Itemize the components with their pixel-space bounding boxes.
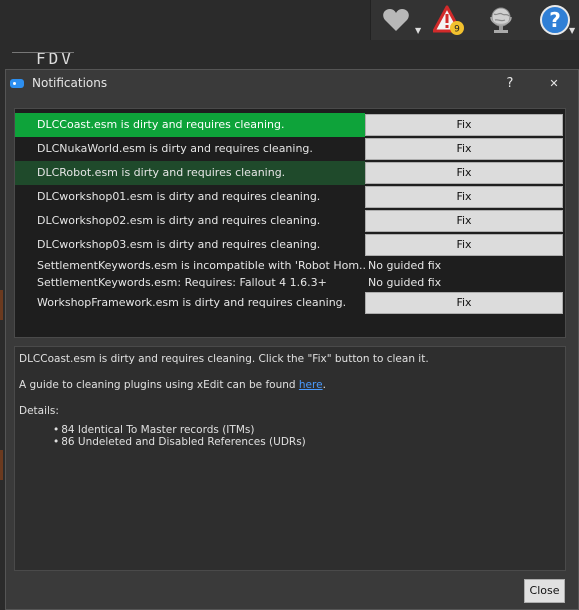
endorse-button[interactable]: ▼	[379, 4, 421, 36]
table-row[interactable]: DLCNukaWorld.esm is dirty and requires c…	[15, 137, 565, 161]
fix-button[interactable]: Fix	[365, 114, 563, 136]
help-button[interactable]: ? ▼	[535, 4, 575, 36]
details-pane: DLCCoast.esm is dirty and requires clean…	[14, 346, 566, 571]
table-row[interactable]: WorkshopFramework.esm is dirty and requi…	[15, 291, 565, 315]
notification-message: DLCworkshop01.esm is dirty and requires …	[37, 190, 321, 203]
table-row[interactable]: DLCRobot.esm is dirty and requires clean…	[15, 161, 565, 185]
dialog-title: Notifications	[32, 76, 108, 90]
notification-message: DLCworkshop03.esm is dirty and requires …	[37, 238, 321, 251]
guide-prefix: A guide to cleaning plugins using xEdit …	[19, 379, 299, 391]
dialog-titlebar[interactable]: Notifications ? ✕	[6, 70, 578, 98]
notifications-button[interactable]: 9	[431, 4, 467, 36]
guide-link[interactable]: here	[299, 379, 323, 391]
chevron-down-icon: ▼	[415, 26, 422, 35]
context-help-button[interactable]: ?	[500, 73, 520, 95]
notification-count-badge: 9	[454, 25, 460, 35]
table-row[interactable]: DLCworkshop02.esm is dirty and requires …	[15, 209, 565, 233]
fix-button[interactable]: Fix	[365, 162, 563, 184]
notifications-dialog: Notifications ? ✕ DLCCoast.esm is dirty …	[5, 69, 579, 610]
table-row[interactable]: SettlementKeywords.esm is incompatible w…	[15, 257, 565, 274]
table-row[interactable]: SettlementKeywords.esm: Requires: Fallou…	[15, 274, 565, 291]
table-row[interactable]: DLCworkshop01.esm is dirty and requires …	[15, 185, 565, 209]
fix-button[interactable]: Fix	[365, 292, 563, 314]
no-guided-fix-label: No guided fix	[368, 276, 442, 289]
globe-icon	[490, 7, 512, 33]
details-label: Details:	[19, 405, 59, 417]
details-summary: DLCCoast.esm is dirty and requires clean…	[19, 353, 429, 365]
list-item: 86 Undeleted and Disabled References (UD…	[53, 436, 561, 448]
notification-message: SettlementKeywords.esm is incompatible w…	[37, 259, 365, 272]
fix-button[interactable]: Fix	[365, 234, 563, 256]
edge-marker	[0, 290, 3, 320]
edge-marker	[0, 450, 3, 480]
notification-message: SettlementKeywords.esm: Requires: Fallou…	[37, 276, 327, 289]
guide-text: A guide to cleaning plugins using xEdit …	[19, 378, 561, 392]
top-toolbar: ▼ 9 ? ▼	[370, 0, 579, 42]
notification-list[interactable]: DLCCoast.esm is dirty and requires clean…	[14, 108, 566, 338]
notification-message: DLCNukaWorld.esm is dirty and requires c…	[37, 142, 313, 155]
fix-button[interactable]: Fix	[365, 138, 563, 160]
fix-button[interactable]: Fix	[365, 186, 563, 208]
table-row[interactable]: DLCCoast.esm is dirty and requires clean…	[15, 113, 565, 137]
details-list: 84 Identical To Master records (ITMs) 86…	[19, 424, 561, 448]
help-circle-icon: ?	[540, 5, 570, 35]
notification-message: DLCworkshop02.esm is dirty and requires …	[37, 214, 321, 227]
list-item: 84 Identical To Master records (ITMs)	[53, 424, 561, 436]
close-icon[interactable]: ✕	[542, 73, 566, 95]
notification-message: WorkshopFramework.esm is dirty and requi…	[37, 296, 347, 309]
notification-message: DLCRobot.esm is dirty and requires clean…	[15, 161, 365, 185]
chevron-down-icon: ▼	[569, 26, 576, 35]
background-strip	[0, 40, 579, 70]
close-button[interactable]: Close	[524, 579, 565, 603]
app-icon	[10, 79, 24, 88]
notification-message: DLCCoast.esm is dirty and requires clean…	[15, 113, 365, 137]
fix-button[interactable]: Fix	[365, 210, 563, 232]
svg-text:?: ?	[549, 8, 561, 32]
no-guided-fix-label: No guided fix	[368, 259, 442, 272]
guide-suffix: .	[322, 379, 326, 391]
heart-icon	[383, 9, 409, 31]
table-row[interactable]: DLCworkshop03.esm is dirty and requires …	[15, 233, 565, 257]
warning-triangle-icon: 9	[433, 5, 464, 35]
check-updates-button[interactable]	[483, 4, 519, 36]
